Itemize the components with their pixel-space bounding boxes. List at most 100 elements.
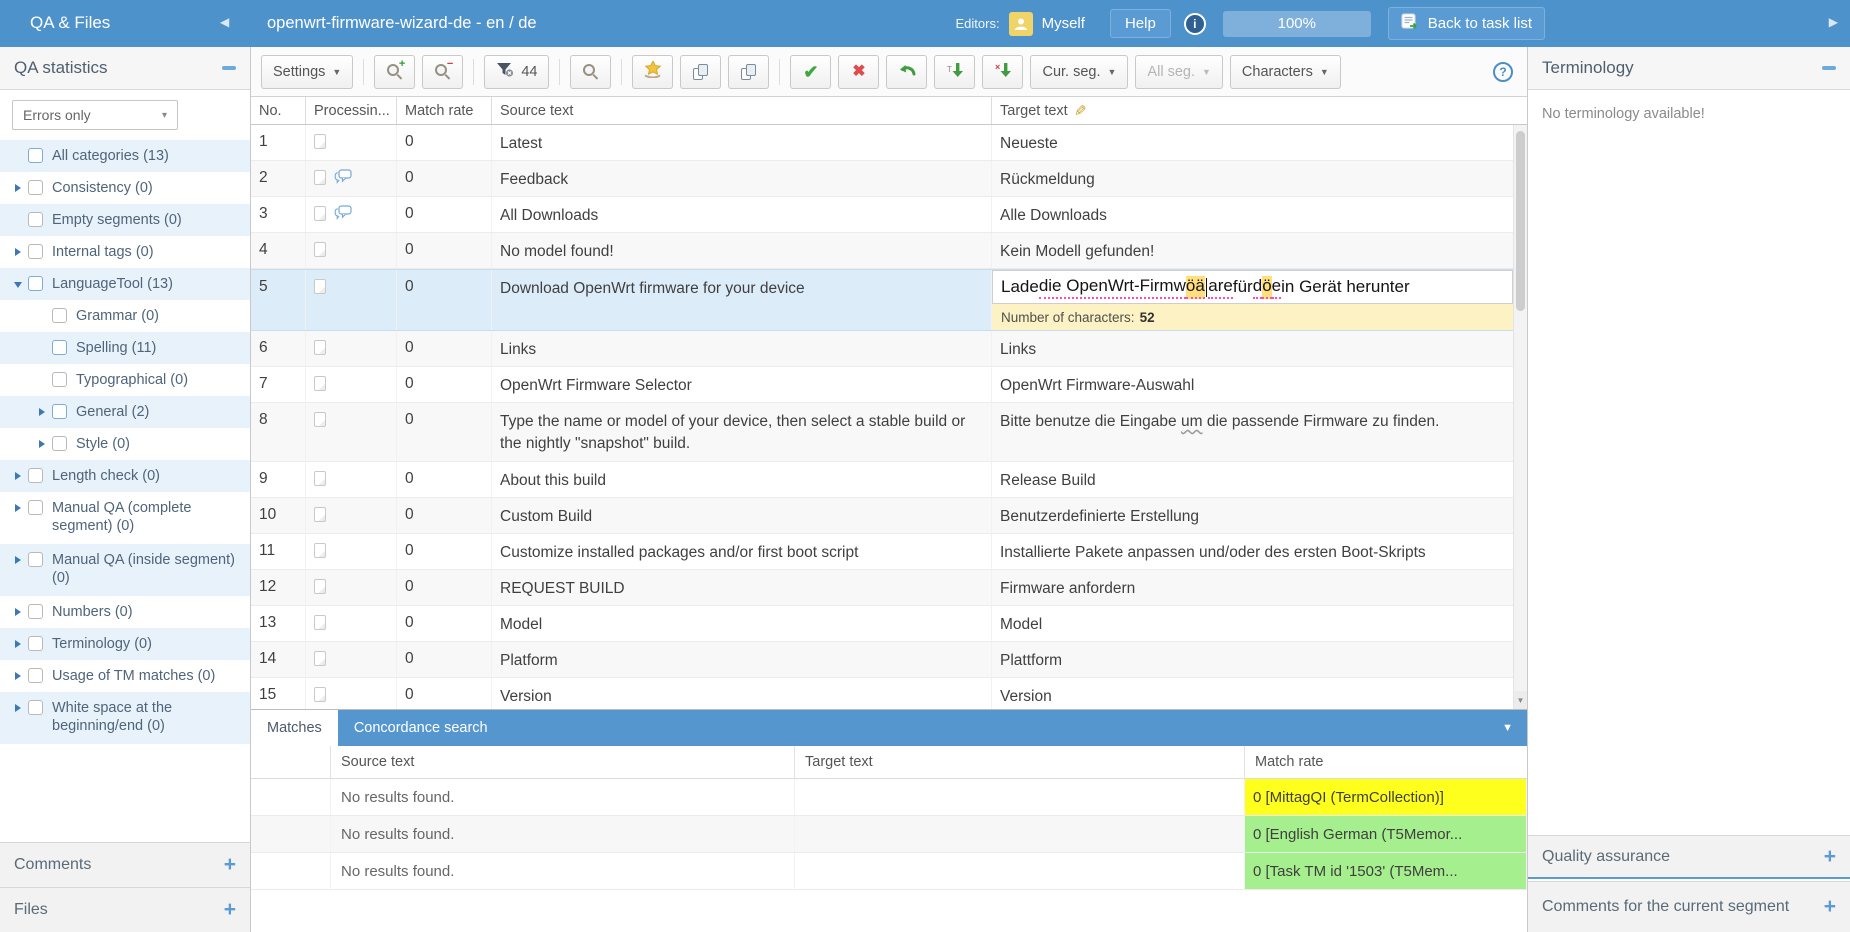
right-panel-expand-icon[interactable]: ▶ bbox=[1829, 15, 1838, 29]
checkbox[interactable] bbox=[52, 436, 67, 451]
settings-button[interactable]: Settings ▼ bbox=[261, 55, 353, 89]
current-segment-dropdown[interactable]: Cur. seg. ▼ bbox=[1030, 55, 1128, 89]
expand-icon[interactable] bbox=[15, 248, 21, 256]
tree-item-style[interactable]: Style (0) bbox=[0, 428, 250, 460]
grid-scrollbar[interactable]: ▼ bbox=[1513, 125, 1527, 709]
match-row-1[interactable]: No results found. 0 [MittagQI (TermColle… bbox=[251, 779, 1527, 816]
expand-icon[interactable] bbox=[15, 640, 21, 648]
tree-item-empty-segments[interactable]: Empty segments (0) bbox=[0, 204, 250, 236]
column-header-target[interactable]: Target text ✎ bbox=[992, 97, 1527, 124]
toolbar-help-icon[interactable]: ? bbox=[1493, 62, 1513, 82]
checkbox[interactable] bbox=[52, 308, 67, 323]
segment-row-10[interactable]: 10 0 Custom Build Benutzerdefinierte Ers… bbox=[251, 498, 1513, 534]
expand-icon[interactable] bbox=[15, 608, 21, 616]
segment-row-7[interactable]: 7 0 OpenWrt Firmware Selector OpenWrt Fi… bbox=[251, 367, 1513, 403]
files-accordion[interactable]: Files + bbox=[0, 887, 250, 932]
segment-row-11[interactable]: 11 0 Customize installed packages and/or… bbox=[251, 534, 1513, 570]
plus-icon[interactable]: + bbox=[224, 855, 236, 875]
collapse-icon[interactable] bbox=[14, 282, 22, 288]
save-and-next-button[interactable]: T bbox=[934, 55, 975, 89]
segment-row-5-editing[interactable]: 5 0 Download OpenWrt firmware for your d… bbox=[251, 269, 1513, 331]
chevron-down-icon[interactable]: ▼ bbox=[1502, 722, 1513, 734]
tree-item-spelling[interactable]: Spelling (11) bbox=[0, 332, 250, 364]
zoom-in-button[interactable]: + bbox=[374, 55, 415, 89]
segment-row-2[interactable]: 2 0 Feedback Rückmeldung bbox=[251, 161, 1513, 197]
segment-row-8[interactable]: 8 0 Type the name or model of your devic… bbox=[251, 403, 1513, 462]
target-editor-input[interactable]: Lade die OpenWrt-Firmwöäare für döein Ge… bbox=[992, 270, 1513, 304]
tree-item-manual-qa-inside[interactable]: Manual QA (inside segment) (0) bbox=[0, 544, 250, 596]
checkbox[interactable] bbox=[28, 468, 43, 483]
qa-statistics-header[interactable]: QA statistics bbox=[0, 47, 250, 90]
expand-icon[interactable] bbox=[39, 408, 45, 416]
checkbox[interactable] bbox=[28, 552, 43, 567]
expand-icon[interactable] bbox=[39, 440, 45, 448]
checkbox[interactable] bbox=[52, 404, 67, 419]
expand-icon[interactable] bbox=[15, 504, 21, 512]
column-header-source[interactable]: Source text bbox=[492, 97, 992, 124]
terminology-header[interactable]: Terminology bbox=[1528, 47, 1850, 90]
expand-icon[interactable] bbox=[15, 704, 21, 712]
segment-row-13[interactable]: 13 0 Model Model bbox=[251, 606, 1513, 642]
copy-source-button[interactable] bbox=[680, 55, 721, 89]
plus-icon[interactable]: + bbox=[1824, 847, 1836, 867]
expand-icon[interactable] bbox=[15, 556, 21, 564]
info-icon[interactable]: i bbox=[1184, 13, 1206, 35]
checkbox[interactable] bbox=[28, 148, 43, 163]
segment-row-4[interactable]: 4 0 No model found! Kein Modell gefunden… bbox=[251, 233, 1513, 269]
tree-item-usage-tm-matches[interactable]: Usage of TM matches (0) bbox=[0, 660, 250, 692]
comments-accordion[interactable]: Comments + bbox=[0, 842, 250, 887]
checkbox[interactable] bbox=[28, 276, 43, 291]
help-button[interactable]: Help bbox=[1110, 9, 1171, 38]
column-header-source[interactable]: Source text bbox=[331, 746, 795, 778]
tree-item-all-categories[interactable]: All categories (13) bbox=[0, 140, 250, 172]
search-button[interactable] bbox=[570, 55, 611, 89]
segment-row-9[interactable]: 9 0 About this build Release Build bbox=[251, 462, 1513, 498]
collapse-minus-icon[interactable] bbox=[1822, 66, 1836, 70]
scroll-down-arrow-icon[interactable]: ▼ bbox=[1514, 691, 1527, 709]
segment-row-14[interactable]: 14 0 Platform Plattform bbox=[251, 642, 1513, 678]
expand-icon[interactable] bbox=[15, 672, 21, 680]
column-header-processing[interactable]: Processin... bbox=[306, 97, 397, 124]
all-segments-dropdown[interactable]: All seg. ▼ bbox=[1135, 55, 1222, 89]
tab-matches[interactable]: Matches bbox=[251, 710, 338, 746]
plus-icon[interactable]: + bbox=[224, 900, 236, 920]
characters-dropdown[interactable]: Characters ▼ bbox=[1230, 55, 1341, 89]
segment-row-1[interactable]: 1 0 Latest Neueste bbox=[251, 125, 1513, 161]
tree-item-consistency[interactable]: Consistency (0) bbox=[0, 172, 250, 204]
checkbox[interactable] bbox=[28, 700, 43, 715]
segment-row-3[interactable]: 3 0 All Downloads Alle Downloads bbox=[251, 197, 1513, 233]
expand-icon[interactable] bbox=[15, 472, 21, 480]
collapse-minus-icon[interactable] bbox=[222, 66, 236, 70]
match-row-3[interactable]: No results found. 0 [Task TM id '1503' (… bbox=[251, 853, 1527, 890]
tree-item-typographical[interactable]: Typographical (0) bbox=[0, 364, 250, 396]
tree-item-general[interactable]: General (2) bbox=[0, 396, 250, 428]
tree-item-grammar[interactable]: Grammar (0) bbox=[0, 300, 250, 332]
checkbox[interactable] bbox=[28, 500, 43, 515]
copy-tags-button[interactable] bbox=[728, 55, 769, 89]
segment-row-12[interactable]: 12 0 REQUEST BUILD Firmware anfordern bbox=[251, 570, 1513, 606]
segment-row-6[interactable]: 6 0 Links Links bbox=[251, 331, 1513, 367]
sidebar-collapse-icon[interactable]: ◀ bbox=[220, 15, 229, 29]
segment-row-15[interactable]: 15 0 Version Version bbox=[251, 678, 1513, 709]
checkbox[interactable] bbox=[28, 636, 43, 651]
column-header-no[interactable]: No. bbox=[251, 97, 306, 124]
segment-comments-accordion[interactable]: Comments for the current segment + bbox=[1528, 881, 1850, 932]
column-header-match-rate[interactable]: Match rate bbox=[1245, 746, 1527, 778]
tree-item-numbers[interactable]: Numbers (0) bbox=[0, 596, 250, 628]
tree-item-terminology[interactable]: Terminology (0) bbox=[0, 628, 250, 660]
checkbox[interactable] bbox=[28, 244, 43, 259]
back-to-task-list-button[interactable]: Back to task list bbox=[1388, 7, 1545, 40]
quality-assurance-accordion[interactable]: Quality assurance + bbox=[1528, 835, 1850, 879]
checkbox[interactable] bbox=[28, 604, 43, 619]
undo-button[interactable] bbox=[886, 55, 927, 89]
checkbox[interactable] bbox=[28, 668, 43, 683]
checkbox[interactable] bbox=[52, 372, 67, 387]
bookmark-button[interactable] bbox=[632, 55, 673, 89]
checkbox[interactable] bbox=[52, 340, 67, 355]
checkbox[interactable] bbox=[28, 212, 43, 227]
grid-scrollbar-thumb[interactable] bbox=[1516, 131, 1525, 311]
tree-item-internal-tags[interactable]: Internal tags (0) bbox=[0, 236, 250, 268]
column-header-match-rate[interactable]: Match rate bbox=[397, 97, 492, 124]
plus-icon[interactable]: + bbox=[1824, 897, 1836, 917]
expand-icon[interactable] bbox=[15, 184, 21, 192]
